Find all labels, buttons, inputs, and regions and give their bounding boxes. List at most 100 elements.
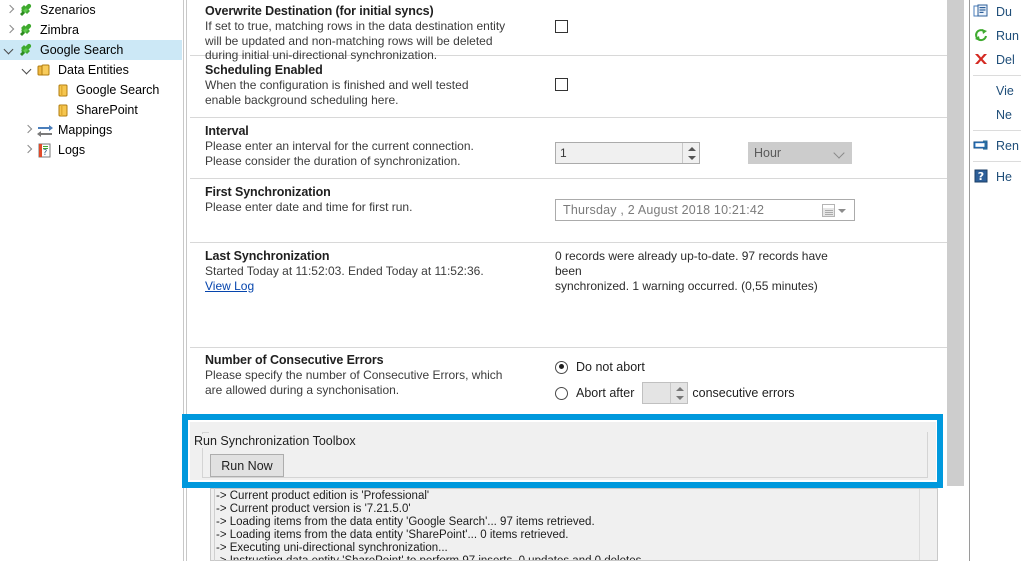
interval-unit-dropdown[interactable]: Hour: [748, 142, 852, 164]
command-menu-item-label: Vie: [996, 84, 1014, 98]
tree-item-label: Logs: [58, 143, 86, 157]
help-icon: ?: [972, 168, 992, 186]
expand-chevron-icon[interactable]: [20, 120, 36, 140]
abort-after-suffix-label: consecutive errors: [692, 386, 795, 400]
radio-do-not-abort[interactable]: Do not abort: [555, 356, 943, 378]
plug-icon: [18, 2, 36, 18]
svg-text:?: ?: [43, 148, 47, 157]
stepper-up-icon[interactable]: [683, 143, 699, 153]
radio-abort-after-indicator[interactable]: [555, 386, 568, 400]
view-log-link[interactable]: View Log: [205, 279, 555, 293]
tree-item-logs[interactable]: ? Logs: [0, 140, 182, 160]
tree-item-szenarios[interactable]: Szenarios: [0, 0, 182, 20]
abort-after-count-stepper[interactable]: [642, 382, 689, 404]
command-menu-item-ren[interactable]: Ren: [970, 134, 1024, 158]
duplicate-icon: [972, 3, 992, 21]
tree-item-mappings[interactable]: Mappings: [0, 120, 182, 140]
log-line-list: -> Current product edition is 'Professio…: [213, 489, 915, 561]
command-menu-item-run[interactable]: Run: [970, 24, 1024, 48]
expand-chevron-icon[interactable]: [2, 0, 18, 20]
stepper-up-icon[interactable]: [671, 383, 687, 393]
settings-vertical-scrollbar[interactable]: [947, 0, 965, 486]
log-line: -> Loading items from the data entity 'S…: [216, 529, 569, 541]
calendar-icon: [822, 204, 835, 217]
menu-separator: [973, 130, 1021, 131]
interval-stepper-buttons[interactable]: [682, 143, 699, 163]
first-sync-datetime-picker[interactable]: Thursday , 2 August 2018 10:21:42: [555, 199, 855, 221]
overwrite-destination-checkbox[interactable]: [555, 20, 568, 33]
entity-icon: [54, 102, 72, 118]
setting-scheduling-enabled: Scheduling Enabled When the configuratio…: [190, 56, 947, 118]
command-menu-item-del[interactable]: Del: [970, 48, 1024, 72]
tree-item-label: Mappings: [58, 123, 113, 137]
stepper-down-icon[interactable]: [671, 393, 687, 403]
tree-item-label: SharePoint: [76, 103, 138, 117]
scheduling-enabled-checkbox[interactable]: [555, 78, 568, 91]
radio-do-not-abort-indicator[interactable]: [555, 360, 568, 374]
setting-description-line: Please enter an interval for the current…: [205, 139, 474, 153]
log-line: -> Executing uni-directional synchroniza…: [216, 542, 448, 554]
synchronization-log-panel[interactable]: -> Current product edition is 'Professio…: [210, 488, 938, 561]
abort-stepper-buttons[interactable]: [670, 383, 687, 403]
tree-item-google-search[interactable]: Google Search: [0, 80, 182, 100]
collapse-chevron-icon[interactable]: [20, 60, 36, 80]
tree-item-label: Google Search: [76, 83, 160, 97]
command-menu-item-he[interactable]: ? He: [970, 165, 1024, 189]
tree-item-zimbra[interactable]: Zimbra: [0, 20, 182, 40]
scrollbar-thumb[interactable]: [922, 489, 936, 515]
scrollbar-track[interactable]: [947, 0, 964, 486]
setting-title: Scheduling Enabled: [205, 63, 323, 77]
interval-unit-value: Hour: [754, 146, 782, 160]
expand-chevron-icon[interactable]: [2, 20, 18, 40]
log-line: -> Current product edition is 'Professio…: [216, 490, 430, 502]
first-sync-datetime-value[interactable]: Thursday , 2 August 2018 10:21:42: [556, 203, 764, 217]
log-line: -> Instructing data entity 'SharePoint' …: [216, 555, 645, 561]
setting-title: Overwrite Destination (for initial syncs…: [205, 4, 434, 18]
setting-description-line: If set to true, matching rows in the dat…: [205, 19, 506, 33]
command-menu-panel[interactable]: Du Run Del Vie Ne Ren? He: [970, 0, 1024, 561]
setting-title: Interval: [205, 124, 249, 138]
setting-description-line: will be updated and non-matching rows wi…: [205, 33, 493, 48]
setting-description-line: Please specify the number of Consecutive…: [205, 368, 503, 382]
command-menu-item-label: Du: [996, 5, 1012, 19]
tree-item-label: Data Entities: [58, 63, 129, 77]
setting-interval: Interval Please enter an interval for th…: [190, 118, 947, 179]
tree-item-data-entities[interactable]: Data Entities: [0, 60, 182, 80]
setting-title: Number of Consecutive Errors: [205, 353, 384, 367]
folder-icon: [36, 62, 54, 78]
setting-first-synchronization: First Synchronization Please enter date …: [190, 179, 947, 243]
tree-item-google-search[interactable]: Google Search: [0, 40, 182, 60]
scenario-tree-panel[interactable]: Szenarios Zimbra Google Search Data Entitie…: [0, 0, 182, 561]
rename-icon: [972, 137, 992, 155]
radio-abort-after[interactable]: Abort after consecutive errors: [555, 382, 943, 404]
setting-description-line: When the configuration is finished and w…: [205, 78, 469, 92]
stepper-down-icon[interactable]: [683, 153, 699, 163]
log-vertical-scrollbar[interactable]: [919, 489, 937, 560]
command-menu-item-label: Del: [996, 53, 1015, 67]
logs-icon: ?: [36, 142, 54, 158]
command-menu-item-ne[interactable]: Ne: [970, 103, 1024, 127]
setting-description-line: Please enter date and time for first run…: [205, 200, 413, 214]
command-menu-item-vie[interactable]: Vie: [970, 79, 1024, 103]
abort-after-count-value[interactable]: [643, 383, 670, 403]
setting-description-line: enable background scheduling here.: [205, 92, 399, 107]
collapse-chevron-icon[interactable]: [2, 40, 18, 60]
log-line: -> Loading items from the data entity 'G…: [216, 516, 595, 528]
command-menu-item-du[interactable]: Du: [970, 0, 1024, 24]
chevron-down-icon: [838, 208, 846, 213]
radio-do-not-abort-label: Do not abort: [576, 360, 645, 374]
setting-description-line: are allowed during a synchonisation.: [205, 382, 400, 397]
interval-value-stepper[interactable]: 1: [555, 142, 700, 164]
interval-value[interactable]: 1: [556, 143, 682, 163]
command-menu-item-label: He: [996, 170, 1012, 184]
twisty-placeholder: [38, 80, 54, 100]
run-icon: [972, 27, 992, 45]
tree-item-label: Google Search: [40, 43, 124, 57]
datetime-picker-button[interactable]: [822, 203, 850, 218]
tree-item-sharepoint[interactable]: SharePoint: [0, 100, 182, 120]
log-line: -> Current product version is '7.21.5.0': [216, 503, 411, 515]
twisty-placeholder: [38, 100, 54, 120]
radio-abort-after-label: Abort after: [576, 386, 635, 400]
expand-chevron-icon[interactable]: [20, 140, 36, 160]
setting-consecutive-errors: Number of Consecutive Errors Please spec…: [190, 348, 947, 408]
